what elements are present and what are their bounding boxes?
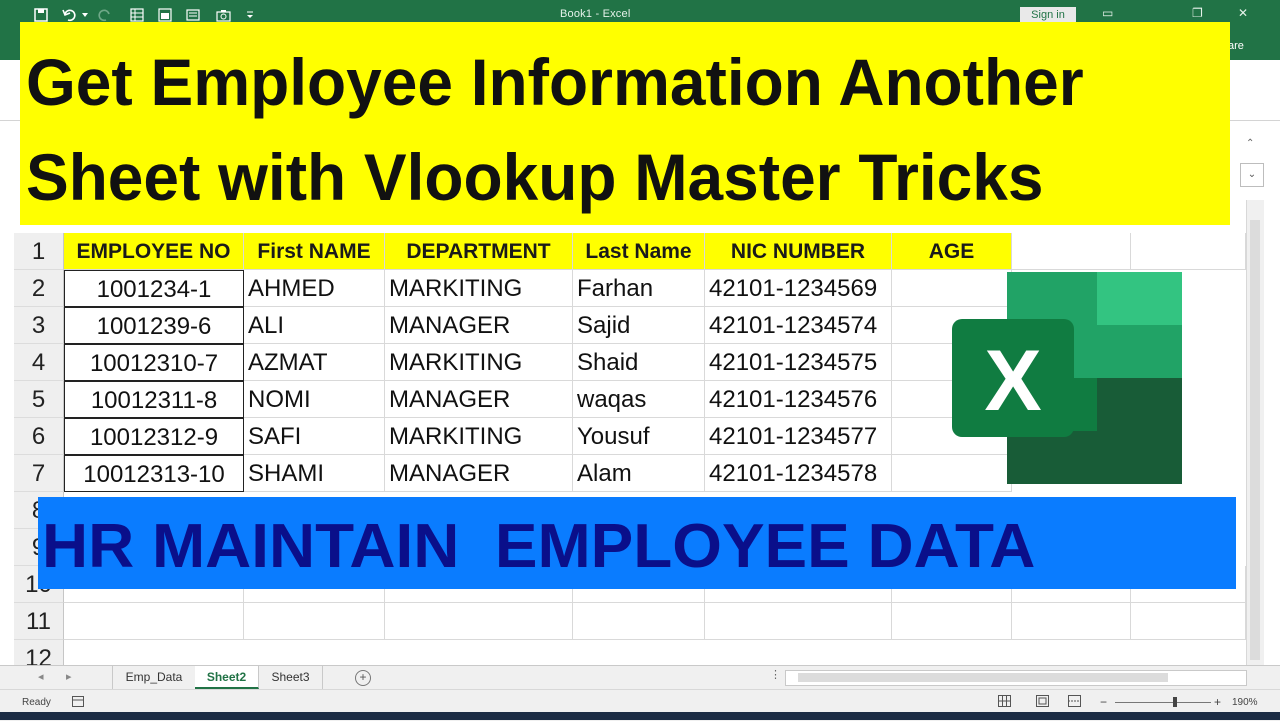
cell-last-name[interactable]: Shaid — [573, 344, 705, 381]
vertical-scrollbar[interactable] — [1246, 200, 1264, 665]
tab-emp-data[interactable]: Emp_Data — [112, 666, 196, 689]
cell-first-name[interactable]: AZMAT — [244, 344, 385, 381]
cell-first-name[interactable]: AHMED — [244, 270, 385, 307]
cell-employee-no[interactable]: 1001234-1 — [64, 270, 244, 307]
ribbon-display-icon[interactable]: ▭ — [1102, 6, 1113, 20]
status-ready: Ready — [22, 697, 51, 708]
sheet-tabs-bar: ◂ ▸ Emp_Data Sheet2 Sheet3 + ⋮ — [0, 665, 1280, 690]
cell-first-name[interactable]: SAFI — [244, 418, 385, 455]
cell-department[interactable]: MARKITING — [385, 344, 573, 381]
cell-first-name[interactable]: NOMI — [244, 381, 385, 418]
empty-cell[interactable] — [1012, 603, 1131, 640]
row-header[interactable]: 4 — [14, 344, 64, 381]
empty-cell[interactable] — [385, 603, 573, 640]
header-cell-department[interactable]: DEPARTMENT — [385, 233, 573, 270]
scroll-tabs-right-icon[interactable]: ▸ — [66, 670, 72, 683]
scroll-tabs-left-icon[interactable]: ◂ — [38, 670, 44, 683]
header-cell-first-name[interactable]: First NAME — [244, 233, 385, 270]
zoom-slider-thumb[interactable] — [1173, 697, 1177, 707]
zoom-out-icon[interactable]: − — [1100, 695, 1107, 709]
page-break-icon[interactable] — [1068, 695, 1081, 710]
cell-first-name[interactable]: ALI — [244, 307, 385, 344]
tab-splitter-icon[interactable]: ⋮ — [770, 668, 781, 681]
empty-cell[interactable] — [1012, 233, 1131, 270]
cell-last-name[interactable]: Yousuf — [573, 418, 705, 455]
cell-nic-number[interactable]: 42101-1234575 — [705, 344, 892, 381]
cell-nic-number[interactable]: 42101-1234577 — [705, 418, 892, 455]
tab-sheet2[interactable]: Sheet2 — [195, 666, 259, 689]
horizontal-scroll-thumb[interactable] — [798, 673, 1168, 682]
empty-cell[interactable] — [892, 603, 1012, 640]
banner-title-line-2: Sheet with Vlookup Master Tricks — [26, 140, 1044, 214]
macro-record-icon[interactable] — [72, 696, 84, 710]
zoom-in-icon[interactable]: + — [1214, 695, 1221, 709]
cell-employee-no[interactable]: 10012313-10 — [64, 455, 244, 492]
zoom-level[interactable]: 190% — [1232, 697, 1258, 708]
empty-cell[interactable] — [64, 603, 244, 640]
cell-last-name[interactable]: Farhan — [573, 270, 705, 307]
tab-sheet3[interactable]: Sheet3 — [259, 666, 323, 689]
banner-title-line-1: Get Employee Information Another — [26, 45, 1084, 119]
cell-department[interactable]: MANAGER — [385, 307, 573, 344]
cell-last-name[interactable]: Alam — [573, 455, 705, 492]
zoom-slider-track[interactable] — [1115, 702, 1211, 703]
empty-cell[interactable] — [573, 603, 705, 640]
row-header[interactable]: 1 — [14, 233, 64, 270]
vertical-scroll-thumb[interactable] — [1250, 220, 1260, 660]
row-header[interactable]: 7 — [14, 455, 64, 492]
excel-logo-icon: X — [952, 272, 1184, 486]
blue-banner-text: HR MAINTAIN EMPLOYEE DATA — [42, 512, 1036, 581]
cell-department[interactable]: MARKITING — [385, 270, 573, 307]
blue-banner: HR MAINTAIN EMPLOYEE DATA — [38, 497, 1236, 589]
title-banner: Get Employee Information Another Sheet w… — [20, 22, 1230, 225]
restore-icon[interactable]: ❐ — [1192, 6, 1203, 20]
header-cell-last-name[interactable]: Last Name — [573, 233, 705, 270]
cell-last-name[interactable]: Sajid — [573, 307, 705, 344]
empty-cell[interactable] — [705, 603, 892, 640]
cell-nic-number[interactable]: 42101-1234574 — [705, 307, 892, 344]
empty-cell[interactable] — [1131, 603, 1246, 640]
cell-employee-no[interactable]: 1001239-6 — [64, 307, 244, 344]
taskbar — [0, 712, 1280, 720]
row-header[interactable]: 3 — [14, 307, 64, 344]
cell-nic-number[interactable]: 42101-1234576 — [705, 381, 892, 418]
formula-bar-expand-icon[interactable]: ⌄ — [1240, 163, 1264, 187]
row-header[interactable]: 12 — [14, 640, 64, 665]
normal-view-icon[interactable] — [998, 695, 1011, 710]
collapse-ribbon-icon[interactable]: ⌃ — [1246, 138, 1254, 149]
cell-nic-number[interactable]: 42101-1234569 — [705, 270, 892, 307]
header-cell-employee-no[interactable]: EMPLOYEE NO — [64, 233, 244, 270]
row-header[interactable]: 2 — [14, 270, 64, 307]
excel-logo-letter: X — [984, 333, 1041, 429]
horizontal-scrollbar[interactable] — [785, 670, 1247, 686]
header-cell-age[interactable]: AGE — [892, 233, 1012, 270]
empty-cell[interactable] — [1131, 233, 1246, 270]
empty-cell[interactable] — [244, 603, 385, 640]
header-cell-nic-number[interactable]: NIC NUMBER — [705, 233, 892, 270]
page-layout-icon[interactable] — [1036, 695, 1049, 710]
row-header[interactable]: 6 — [14, 418, 64, 455]
close-icon[interactable]: ✕ — [1238, 6, 1248, 20]
row-header[interactable]: 11 — [14, 603, 64, 640]
row-header[interactable]: 5 — [14, 381, 64, 418]
cell-last-name[interactable]: waqas — [573, 381, 705, 418]
cell-nic-number[interactable]: 42101-1234578 — [705, 455, 892, 492]
window-title: Book1 - Excel — [560, 8, 631, 20]
cell-employee-no[interactable]: 10012312-9 — [64, 418, 244, 455]
add-sheet-icon[interactable]: + — [355, 670, 371, 686]
cell-employee-no[interactable]: 10012310-7 — [64, 344, 244, 381]
cell-employee-no[interactable]: 10012311-8 — [64, 381, 244, 418]
share-button[interactable]: are — [1228, 40, 1244, 52]
cell-department[interactable]: MANAGER — [385, 455, 573, 492]
cell-department[interactable]: MANAGER — [385, 381, 573, 418]
cell-department[interactable]: MARKITING — [385, 418, 573, 455]
cell-first-name[interactable]: SHAMI — [244, 455, 385, 492]
